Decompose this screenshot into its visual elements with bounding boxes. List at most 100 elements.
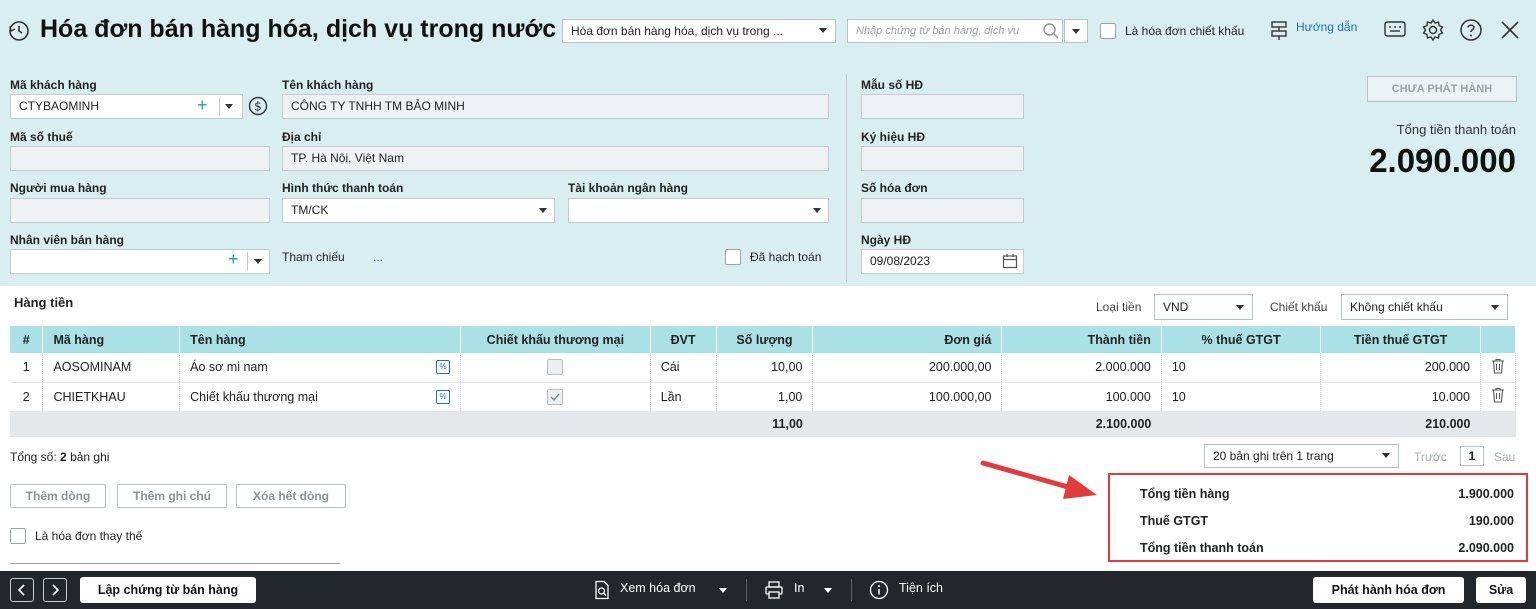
close-icon[interactable]	[1499, 19, 1521, 41]
print-button[interactable]: In	[794, 581, 804, 595]
unit-price-cell[interactable]: 100.000,00	[812, 382, 1003, 412]
buyer-field[interactable]	[10, 198, 270, 223]
amount-cell[interactable]: 100.000	[1001, 382, 1162, 412]
add-staff-icon[interactable]: +	[228, 249, 239, 270]
add-customer-icon[interactable]: +	[197, 95, 208, 116]
utilities-button[interactable]: Tiện ích	[899, 581, 943, 595]
item-code-cell[interactable]: CHIETKHAU	[42, 382, 181, 412]
chevron-down-icon[interactable]	[824, 588, 832, 593]
column-header[interactable]: Chiết khấu thương mại	[460, 326, 651, 353]
vat-percent-cell[interactable]: 10	[1161, 353, 1322, 383]
payment-method-select[interactable]: TM/CK	[282, 198, 555, 223]
next-page-button[interactable]: Sau	[1494, 450, 1515, 464]
discount-select[interactable]: Không chiết khấu	[1341, 294, 1508, 320]
guide-link[interactable]: Hướng dẫn	[1296, 20, 1357, 34]
currency-value: VND	[1163, 300, 1189, 314]
history-icon[interactable]	[8, 20, 30, 42]
column-header[interactable]: % thuế GTGT	[1161, 326, 1322, 353]
quantity-cell[interactable]: 10,00	[716, 353, 814, 383]
amount-cell[interactable]: 2.000.000	[1001, 353, 1162, 383]
trade-discount-cell[interactable]	[460, 382, 651, 412]
view-invoice-button[interactable]: Xem hóa đơn	[620, 581, 696, 595]
page-size-select[interactable]: 20 bản ghi trên 1 trang	[1204, 444, 1399, 468]
percent-icon[interactable]: %	[436, 360, 450, 375]
chevron-down-icon	[1382, 453, 1390, 458]
issue-invoice-button[interactable]: Phát hành hóa đơn	[1313, 577, 1464, 603]
table-row[interactable]: 2 CHIETKHAU Chiết khấu thương mại% Lần 1…	[10, 382, 1517, 412]
column-header[interactable]: Đơn giá	[812, 326, 1003, 353]
view-document-icon[interactable]	[592, 580, 612, 600]
checkmark-icon	[550, 393, 560, 401]
search-dropdown-button[interactable]	[1064, 19, 1088, 43]
table-row[interactable]: 1 AOSOMINAM Áo sơ mi nam% Cái 10,00 200.…	[10, 353, 1517, 383]
gear-icon[interactable]	[1421, 18, 1445, 42]
currency-select[interactable]: VND	[1154, 294, 1253, 320]
column-header[interactable]: ĐVT	[650, 326, 717, 353]
invoice-no-label: Số hóa đơn	[861, 181, 928, 195]
prev-page-button[interactable]: Trước	[1414, 450, 1447, 464]
address-field[interactable]: TP. Hà Nội, Việt Nam	[282, 146, 829, 171]
quantity-cell[interactable]: 1,00	[716, 382, 814, 412]
delete-cell	[1480, 353, 1517, 383]
chevron-down-icon[interactable]	[719, 588, 727, 593]
summary-pay-label: Tổng tiền thanh toán	[1140, 541, 1264, 555]
trade-discount-checkbox[interactable]	[547, 388, 564, 405]
template-field[interactable]	[861, 94, 1024, 119]
create-sales-voucher-button[interactable]: Lập chứng từ bán hàng	[80, 577, 256, 603]
column-header[interactable]: Số lượng	[716, 326, 814, 353]
symbol-field[interactable]	[861, 146, 1024, 171]
chevron-down-icon[interactable]	[254, 259, 262, 264]
help-icon[interactable]	[1459, 18, 1483, 42]
record-count-number: 2	[60, 450, 67, 464]
clear-rows-button[interactable]: Xóa hết dòng	[236, 484, 346, 508]
chevron-left-icon	[17, 584, 25, 596]
item-name-cell[interactable]: Chiết khấu thương mại%	[179, 382, 461, 412]
invoice-date-field[interactable]: 09/08/2023	[861, 249, 1024, 274]
column-header[interactable]: Tên hàng	[179, 326, 461, 353]
info-icon[interactable]	[869, 580, 889, 600]
column-header[interactable]: Mã hàng	[42, 326, 181, 353]
item-code-cell[interactable]: AOSOMINAM	[42, 353, 181, 383]
printer-icon[interactable]	[764, 580, 784, 600]
discount-invoice-checkbox[interactable]	[1100, 23, 1116, 39]
reference-more-link[interactable]: ...	[373, 250, 383, 264]
invoice-no-field[interactable]	[861, 198, 1024, 223]
customer-code-field[interactable]: CTYBAOMINH	[10, 94, 243, 119]
percent-icon[interactable]: %	[436, 389, 450, 404]
next-record-button[interactable]	[43, 578, 67, 602]
add-row-button[interactable]: Thêm dòng	[10, 484, 106, 508]
dollar-icon[interactable]: $	[248, 96, 268, 116]
tax-code-field[interactable]	[10, 146, 270, 171]
replacement-invoice-checkbox[interactable]	[10, 528, 26, 544]
trade-discount-cell[interactable]	[460, 353, 651, 383]
trash-icon[interactable]	[1491, 387, 1505, 403]
column-header[interactable]: Thành tiền	[1001, 326, 1162, 353]
trade-discount-checkbox[interactable]	[547, 359, 564, 376]
add-note-button[interactable]: Thêm ghi chú	[117, 484, 227, 508]
posted-checkbox[interactable]	[725, 249, 741, 265]
edit-button[interactable]: Sửa	[1476, 577, 1526, 603]
current-page[interactable]: 1	[1460, 446, 1484, 466]
item-name-cell[interactable]: Áo sơ mi nam%	[179, 353, 461, 383]
customer-name-field[interactable]: CÔNG TY TNHH TM BẢO MINH	[282, 94, 829, 119]
previous-record-button[interactable]	[10, 578, 34, 602]
unit-price-cell[interactable]: 200.000,00	[812, 353, 1003, 383]
trash-icon[interactable]	[1491, 358, 1505, 374]
unit-cell[interactable]: Lần	[650, 382, 717, 412]
chevron-down-icon[interactable]	[225, 104, 233, 109]
signpost-icon[interactable]	[1268, 19, 1290, 41]
bank-account-select[interactable]	[568, 198, 829, 223]
vat-amount-cell[interactable]: 10.000	[1320, 382, 1481, 412]
column-header[interactable]: #	[10, 326, 44, 353]
invoice-type-select[interactable]: Hóa đơn bán hàng hóa, dịch vụ trong ...	[562, 19, 836, 43]
column-header[interactable]: Tiền thuế GTGT	[1320, 326, 1481, 353]
unit-cell[interactable]: Cái	[650, 353, 717, 383]
keyboard-icon[interactable]	[1384, 20, 1406, 40]
invoice-date-value: 09/08/2023	[870, 254, 931, 268]
vat-amount-cell[interactable]: 200.000	[1320, 353, 1481, 383]
search-icon[interactable]	[1042, 22, 1060, 40]
search-input[interactable]: Nhập chứng từ bán hàng, dịch vụ	[847, 19, 1063, 43]
vat-percent-cell[interactable]: 10	[1161, 382, 1322, 412]
empty-cell	[179, 411, 461, 437]
calendar-icon[interactable]	[1002, 253, 1018, 269]
